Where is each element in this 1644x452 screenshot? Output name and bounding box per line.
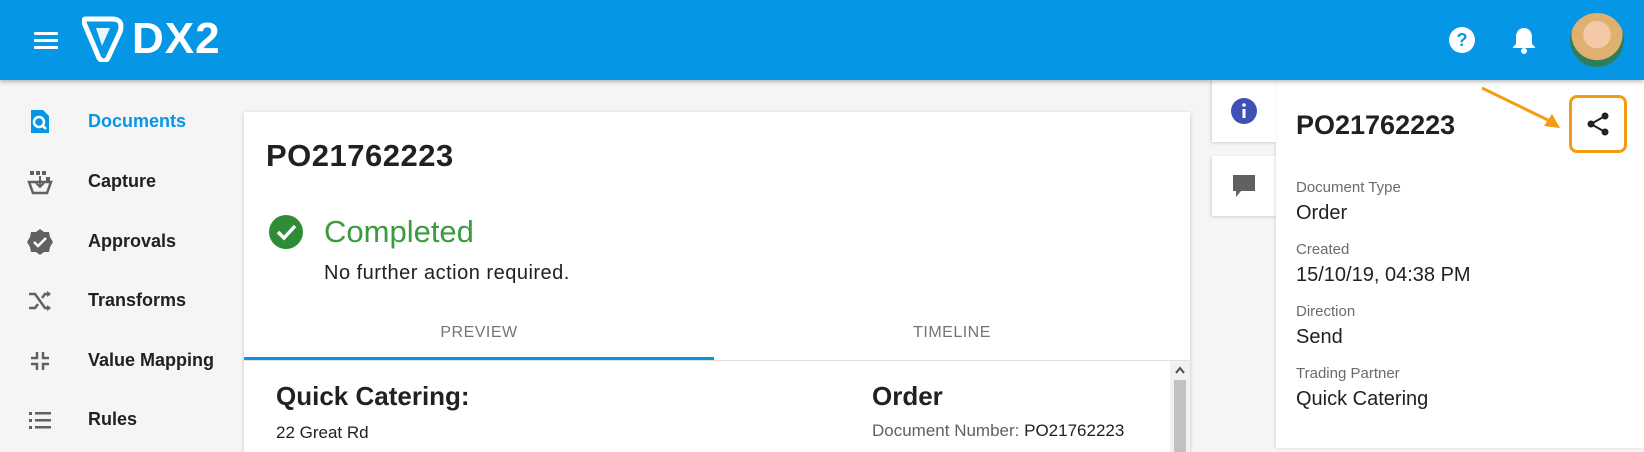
field-label-document-type: Document Type — [1296, 179, 1401, 196]
tab-preview[interactable]: PREVIEW — [244, 308, 714, 358]
annotation-arrow-icon — [1481, 86, 1560, 128]
info-icon — [1231, 98, 1257, 124]
user-avatar[interactable] — [1570, 13, 1624, 67]
sidebar-item-approvals[interactable]: Approvals — [0, 216, 240, 266]
preview-doc-type-heading: Order — [872, 381, 943, 411]
sidebar-item-documents[interactable]: Documents — [0, 96, 240, 146]
bell-icon[interactable] — [1504, 20, 1544, 60]
document-preview[interactable]: Quick Catering: 22 Great Rd Order Docume… — [244, 361, 1170, 452]
document-info-panel: PO21762223 Document Type Order Created 1… — [1276, 80, 1644, 448]
sidebar: Documents Capture Approvals Transforms V… — [0, 80, 240, 448]
collapse-arrows-icon — [26, 347, 54, 375]
scroll-up-arrow-icon[interactable] — [1170, 363, 1190, 377]
verified-badge-icon — [26, 228, 54, 256]
scrollbar-thumb[interactable] — [1174, 380, 1186, 452]
sidebar-item-label: Documents — [88, 111, 187, 131]
field-value-direction: Send — [1296, 326, 1343, 348]
sidebar-item-label: Approvals — [88, 231, 177, 251]
status-message: No further action required. — [324, 262, 570, 284]
sidebar-item-label: Value Mapping — [88, 350, 215, 370]
share-icon — [1587, 112, 1609, 136]
field-label-created: Created — [1296, 241, 1350, 258]
field-value-created: 15/10/19, 04:38 PM — [1296, 264, 1471, 286]
check-circle-icon — [268, 214, 304, 250]
top-app-bar: DX2 ? — [0, 0, 1644, 80]
shuffle-icon — [26, 287, 54, 315]
doc-number-value: PO21762223 — [1024, 421, 1125, 440]
field-label-trading-partner: Trading Partner — [1296, 365, 1400, 382]
sidebar-item-value-mapping[interactable]: Value Mapping — [0, 335, 240, 385]
preview-address-line: 22 Great Rd — [276, 423, 369, 442]
field-value-trading-partner: Quick Catering — [1296, 388, 1429, 410]
info-panel-title: PO21762223 — [1296, 110, 1456, 140]
sidebar-item-label: Rules — [88, 409, 138, 429]
sidebar-item-rules[interactable]: Rules — [0, 394, 240, 444]
help-icon[interactable]: ? — [1442, 20, 1482, 60]
hamburger-menu-icon[interactable] — [30, 24, 62, 56]
comments-tab[interactable] — [1212, 156, 1276, 216]
status-label: Completed — [324, 214, 474, 249]
doc-number-label: Document Number: — [872, 421, 1020, 440]
logo-text: DX2 — [132, 14, 221, 63]
svg-text:?: ? — [1457, 30, 1468, 50]
sidebar-item-capture[interactable]: Capture — [0, 156, 240, 206]
dx2-logo-icon — [82, 16, 124, 62]
app-logo[interactable]: DX2 — [82, 14, 221, 64]
preview-company-name: Quick Catering: — [276, 381, 470, 411]
preview-doc-number: Document Number: PO21762223 — [872, 421, 1124, 441]
sidebar-item-transforms[interactable]: Transforms — [0, 275, 240, 325]
document-search-icon — [26, 108, 54, 136]
document-title: PO21762223 — [266, 138, 454, 173]
list-icon — [26, 406, 54, 434]
document-card: PO21762223 Completed No further action r… — [244, 112, 1190, 452]
share-button[interactable] — [1569, 95, 1627, 153]
field-label-direction: Direction — [1296, 303, 1356, 320]
sidebar-item-label: Capture — [88, 171, 157, 191]
comment-icon — [1233, 175, 1255, 197]
info-tab[interactable] — [1212, 80, 1276, 142]
field-value-document-type: Order — [1296, 202, 1348, 224]
tab-timeline[interactable]: TIMELINE — [714, 308, 1190, 358]
sidebar-item-label: Transforms — [88, 290, 187, 310]
capture-icon — [26, 168, 54, 196]
